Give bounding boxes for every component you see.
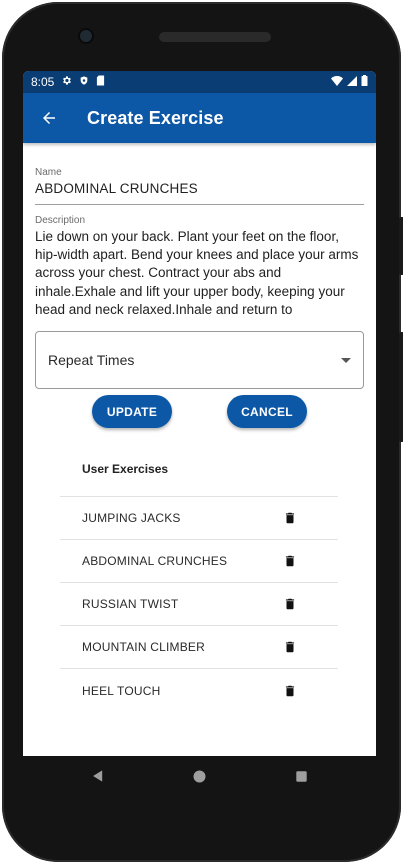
nav-home-icon[interactable] xyxy=(190,766,210,786)
cancel-button[interactable]: CANCEL xyxy=(227,395,307,428)
description-field[interactable]: Description Lie down on your back. Plant… xyxy=(35,215,364,321)
nav-recents-icon[interactable] xyxy=(292,766,312,786)
list-item[interactable]: JUMPING JACKS xyxy=(60,497,338,540)
power-button xyxy=(399,332,403,442)
system-navigation-bar xyxy=(23,756,376,796)
trash-icon[interactable] xyxy=(280,508,300,528)
sd-card-icon xyxy=(96,75,105,89)
exercise-name: HEEL TOUCH xyxy=(82,683,161,698)
action-buttons: UPDATE CANCEL xyxy=(35,395,364,435)
trash-icon[interactable] xyxy=(280,594,300,614)
exercise-name: ABDOMINAL CRUNCHES xyxy=(82,554,228,568)
trash-icon[interactable] xyxy=(280,637,300,657)
exercise-name: MOUNTAIN CLIMBER xyxy=(82,640,205,654)
nav-back-icon[interactable] xyxy=(88,766,108,786)
update-button[interactable]: UPDATE xyxy=(92,395,172,428)
repeat-times-select[interactable]: Repeat Times xyxy=(35,331,364,389)
app-screen: 8:05 Create Exercise Name ABDOMINAL CRUN… xyxy=(23,71,376,756)
description-label: Description xyxy=(35,215,86,226)
dropdown-caret-icon xyxy=(341,357,351,363)
name-field[interactable]: Name ABDOMINAL CRUNCHES xyxy=(35,167,364,205)
exercise-name: JUMPING JACKS xyxy=(82,511,181,525)
arrow-back-icon[interactable] xyxy=(37,106,61,130)
trash-icon[interactable] xyxy=(280,551,300,571)
name-label: Name xyxy=(35,167,62,178)
status-bar: 8:05 xyxy=(23,71,376,93)
earpiece-speaker xyxy=(159,32,271,42)
description-input[interactable]: Lie down on your back. Plant your feet o… xyxy=(35,228,364,321)
app-bar: Create Exercise xyxy=(23,93,376,143)
signal-icon xyxy=(347,75,357,89)
list-item[interactable]: MOUNTAIN CLIMBER xyxy=(60,626,338,669)
front-camera xyxy=(80,30,92,42)
repeat-times-label: Repeat Times xyxy=(48,352,135,368)
battery-icon xyxy=(361,75,368,89)
list-item[interactable]: HEEL TOUCH xyxy=(60,669,338,712)
user-exercises-header: User Exercises xyxy=(60,442,338,497)
volume-button xyxy=(399,217,403,275)
list-item[interactable]: RUSSIAN TWIST xyxy=(60,583,338,626)
name-input[interactable]: ABDOMINAL CRUNCHES xyxy=(35,181,364,205)
exercise-name: RUSSIAN TWIST xyxy=(82,597,179,611)
list-item[interactable]: ABDOMINAL CRUNCHES xyxy=(60,540,338,583)
trash-icon[interactable] xyxy=(280,681,300,701)
shield-icon xyxy=(79,75,89,89)
wifi-icon xyxy=(331,75,343,89)
settings-gear-icon xyxy=(61,75,72,89)
status-time: 8:05 xyxy=(31,75,55,89)
exercise-form: Name ABDOMINAL CRUNCHES Description Lie … xyxy=(23,167,376,435)
page-title: Create Exercise xyxy=(87,107,224,128)
user-exercises-list: User Exercises JUMPING JACKS ABDOMINAL C… xyxy=(60,442,338,712)
